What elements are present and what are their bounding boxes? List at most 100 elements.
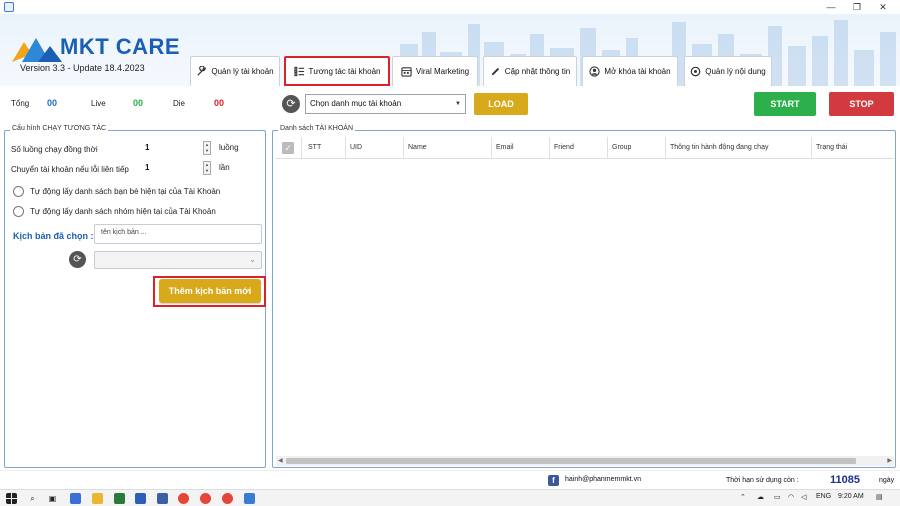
switch-account-label: Chuyển tài khoản nếu lỗi liên tiếp <box>11 165 129 174</box>
pencil-icon <box>491 67 499 76</box>
table-horizontal-scrollbar[interactable]: ◀ ▶ <box>276 456 894 466</box>
auto-friends-checkbox[interactable] <box>13 186 24 197</box>
maximize-button[interactable]: ❐ <box>844 0 870 14</box>
selected-script-label: Kịch bản đã chọn : <box>13 231 94 241</box>
stats-bar: Tổng 00 Live 00 Die 00 ⟳ Chọn danh mục t… <box>0 86 900 122</box>
chrome-app-icon[interactable] <box>222 493 233 504</box>
task-view-icon[interactable]: ▣ <box>47 493 58 504</box>
widgets-icon[interactable] <box>70 493 81 504</box>
scroll-right-icon[interactable]: ▶ <box>887 456 892 466</box>
battery-icon[interactable]: ▭ <box>774 493 781 501</box>
script-select[interactable]: ⌄ <box>94 251 262 269</box>
calendar-icon <box>401 67 412 77</box>
status-footer: f hainh@phanmemmkt.vn Thời hạn sử dụng c… <box>0 470 900 489</box>
content-icon <box>690 66 701 77</box>
language-indicator[interactable]: ENG <box>816 493 831 500</box>
app-icon <box>4 2 14 12</box>
account-table-header: ✓ STT UID Name Email Friend Group Thông … <box>276 137 894 159</box>
auto-friends-label: Tự động lấy danh sách bạn bè hiện tại củ… <box>30 187 221 196</box>
stop-button[interactable]: STOP <box>829 92 894 116</box>
auto-groups-checkbox[interactable] <box>13 206 24 217</box>
tab-label: Tương tác tài khoản <box>308 66 381 76</box>
tab-account-interaction[interactable]: Tương tác tài khoản <box>284 56 390 86</box>
die-label: Die <box>173 99 186 108</box>
windows-start-icon[interactable] <box>6 493 17 504</box>
start-button[interactable]: START <box>754 92 816 116</box>
chevron-up-icon[interactable]: ⌃ <box>740 493 746 501</box>
category-select-value: Chọn danh mục tài khoản <box>310 99 402 108</box>
column-status[interactable]: Trạng thái <box>812 137 894 159</box>
tab-update-info[interactable]: Cập nhật thông tin <box>483 56 577 86</box>
search-icon[interactable]: ⌕ <box>27 493 38 504</box>
scrollbar-thumb[interactable] <box>286 458 856 464</box>
select-all-column: ✓ <box>276 137 302 159</box>
cloud-icon[interactable]: ☁ <box>757 493 764 501</box>
notification-icon[interactable]: ▤ <box>876 493 883 501</box>
app-window: — ❐ ✕ MKT CARE Version 3.3 - Update 18.4… <box>0 0 900 506</box>
live-count: 00 <box>133 98 144 108</box>
word-icon[interactable] <box>135 493 146 504</box>
column-group[interactable]: Group <box>608 137 666 159</box>
tab-account-management[interactable]: Quản lý tài khoản <box>190 56 280 86</box>
total-count: 00 <box>47 98 58 108</box>
switch-account-stepper[interactable]: ▲ ▼ <box>203 161 211 175</box>
user-circle-icon <box>589 66 601 77</box>
live-label: Live <box>91 99 106 108</box>
threads-value[interactable]: 1 <box>145 143 149 152</box>
add-script-button[interactable]: Thêm kịch bản mới <box>159 279 261 303</box>
tab-label: Cập nhật thông tin <box>504 67 571 76</box>
tab-viral-marketing[interactable]: Viral Marketing <box>392 56 478 86</box>
tab-label: Quản lý tài khoản <box>211 67 274 76</box>
auto-groups-label: Tự động lấy danh sách nhóm hiện tại của … <box>30 207 216 216</box>
column-uid[interactable]: UID <box>346 137 404 159</box>
threads-label: Số luồng chạy đồng thời <box>11 145 98 154</box>
close-button[interactable]: ✕ <box>870 0 896 14</box>
chrome-icon[interactable] <box>178 493 189 504</box>
account-category-select[interactable]: Chọn danh mục tài khoản ▼ <box>305 94 466 114</box>
app-header: MKT CARE Version 3.3 - Update 18.4.2023 … <box>0 14 900 86</box>
panel-title: Danh sách TÀI KHOẢN <box>278 125 356 132</box>
threads-unit: luồng <box>219 143 239 152</box>
panel-title: Cấu hình CHẠY TƯƠNG TÁC <box>10 125 109 132</box>
tab-label: Viral Marketing <box>415 67 470 76</box>
refresh-categories-button[interactable]: ⟳ <box>282 95 300 113</box>
tab-content-management[interactable]: Quản lý nội dung <box>684 56 772 86</box>
minimize-button[interactable]: — <box>818 0 844 14</box>
select-all-checkbox[interactable]: ✓ <box>282 142 294 154</box>
refresh-script-button[interactable]: ⟳ <box>69 251 86 268</box>
column-email[interactable]: Email <box>492 137 550 159</box>
wifi-icon[interactable]: ◠ <box>788 493 794 501</box>
total-label: Tổng <box>11 99 30 108</box>
wrench-icon <box>197 66 207 76</box>
title-bar: — ❐ ✕ <box>0 0 900 14</box>
outlook-icon[interactable] <box>157 493 168 504</box>
brand-title: MKT CARE <box>60 34 181 59</box>
file-explorer-icon[interactable] <box>92 493 103 504</box>
expiry-unit: ngày <box>879 477 895 484</box>
mkt-logo-icon <box>12 38 62 62</box>
facebook-icon: f <box>548 475 559 486</box>
die-count: 00 <box>214 98 225 108</box>
column-stt[interactable]: STT <box>304 137 346 159</box>
column-running-action[interactable]: Thông tin hành động đang chạy <box>666 137 812 159</box>
interaction-config-panel: Cấu hình CHẠY TƯƠNG TÁC Số luồng chạy đồ… <box>4 125 266 468</box>
tab-unlock-account[interactable]: Mở khóa tài khoản <box>582 56 678 86</box>
load-button[interactable]: LOAD <box>474 93 528 115</box>
excel-icon[interactable] <box>114 493 125 504</box>
switch-account-unit: lần <box>219 163 230 172</box>
chrome-profile-icon[interactable] <box>200 493 211 504</box>
expiry-days: 11085 <box>830 474 860 486</box>
mkt-care-taskbar-icon[interactable] <box>244 493 255 504</box>
chevron-down-icon: ⌄ <box>249 255 256 264</box>
volume-icon[interactable]: ◁ <box>801 493 806 501</box>
switch-account-value[interactable]: 1 <box>145 163 149 172</box>
threads-stepper[interactable]: ▲ ▼ <box>203 141 211 155</box>
column-friend[interactable]: Friend <box>550 137 608 159</box>
expiry-label: Thời hạn sử dụng còn : <box>726 477 799 484</box>
tab-label: Mở khóa tài khoản <box>604 67 671 76</box>
account-list-panel: Danh sách TÀI KHOẢN <box>272 125 896 468</box>
column-name[interactable]: Name <box>404 137 492 159</box>
clock[interactable]: 9:20 AM <box>838 493 864 500</box>
script-name-input[interactable]: tên kịch bản ... <box>94 224 262 244</box>
scroll-left-icon[interactable]: ◀ <box>278 456 283 466</box>
